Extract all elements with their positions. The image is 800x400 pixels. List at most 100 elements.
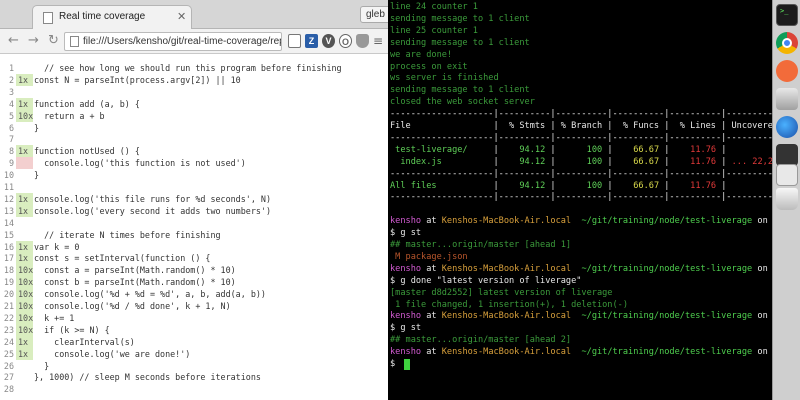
prompt-text: at bbox=[421, 347, 442, 358]
coverage-report: 1 // see how long we should run this pro… bbox=[0, 55, 388, 400]
menu-icon[interactable]: ≡ bbox=[373, 34, 383, 48]
line-number: 20 bbox=[3, 289, 14, 300]
app-icon[interactable] bbox=[776, 88, 798, 110]
zotero-icon[interactable]: Z bbox=[305, 34, 318, 48]
line-number: 8 bbox=[8, 146, 14, 157]
url-text[interactable]: file:///Users/kensho/git/real-time-cover… bbox=[83, 36, 281, 47]
terminal-line: ## master...origin/master [ahead 1] bbox=[390, 239, 571, 251]
forward-arrow-icon[interactable]: → bbox=[28, 33, 39, 49]
shield-icon[interactable] bbox=[356, 34, 369, 48]
document-icon[interactable] bbox=[288, 34, 301, 48]
hit-count: 10x bbox=[16, 288, 34, 301]
firefox-icon[interactable] bbox=[776, 116, 798, 138]
code-line: 7 bbox=[0, 133, 388, 145]
source-code: } bbox=[34, 360, 50, 371]
code-line: 3 bbox=[0, 86, 388, 98]
table-cell: 100 bbox=[555, 144, 603, 155]
hit-count: 1x bbox=[16, 240, 33, 253]
trash-icon[interactable] bbox=[776, 188, 798, 210]
table-cell: All files bbox=[390, 180, 494, 191]
line-number: 7 bbox=[8, 134, 14, 145]
hit-count bbox=[16, 62, 33, 74]
hit-count bbox=[16, 157, 33, 170]
code-line: 19 10x const b = parseInt(Math.random() *… bbox=[0, 276, 388, 289]
opera-icon[interactable]: O bbox=[339, 34, 352, 48]
hit-count: 10x bbox=[16, 300, 34, 312]
hit-count: 1x bbox=[16, 97, 33, 110]
hit-count bbox=[16, 217, 33, 229]
terminal-line: we are done! bbox=[390, 49, 452, 61]
log-line: process on exit bbox=[390, 61, 468, 72]
terminal-line: kensho at Kenshos-MacBook-Air.local ~/gi… bbox=[390, 263, 772, 275]
postman-icon[interactable] bbox=[776, 60, 798, 82]
line-number: 28 bbox=[3, 384, 14, 395]
table-cell: 66.67 bbox=[612, 144, 660, 155]
terminal-icon[interactable]: >_ bbox=[776, 4, 798, 26]
line-number: 14 bbox=[3, 217, 14, 228]
hit-count bbox=[16, 229, 33, 241]
prompt-text: on bbox=[752, 347, 772, 358]
terminal-window[interactable]: line 24 counter 1 sending message to 1 cl… bbox=[388, 0, 772, 400]
prompt-host: Kenshos-MacBook-Air.local bbox=[441, 347, 572, 358]
app-icon[interactable] bbox=[776, 144, 798, 166]
table-separator: --------------------|----------|--------… bbox=[390, 109, 772, 120]
table-cell: | bbox=[659, 156, 670, 167]
prompt-path: ~/git/training/node/test-liverage bbox=[581, 216, 753, 227]
command: $ bbox=[390, 359, 401, 369]
browser-window: Real time coverage ✕ gleb ← → ↻ file:///… bbox=[0, 0, 388, 400]
table-cell: 11.76 bbox=[669, 156, 717, 167]
terminal-line: [master d8d2552] latest version of liver… bbox=[390, 287, 612, 299]
source-code: console.log('this file runs for %d secon… bbox=[34, 193, 271, 204]
table-cell: | bbox=[716, 180, 727, 191]
code-line: 10} bbox=[0, 169, 388, 181]
code-line: 1 // see how long we should run this pro… bbox=[0, 62, 388, 74]
back-arrow-icon[interactable]: ← bbox=[8, 33, 19, 49]
code-line: 13 1x console.log('every second it adds tw… bbox=[0, 204, 388, 217]
code-line: 5 10x return a + b bbox=[0, 109, 388, 122]
log-line: closed the web socket server bbox=[390, 97, 535, 108]
hit-count: 1x bbox=[16, 73, 33, 86]
vimium-icon[interactable]: V bbox=[322, 34, 335, 48]
table-separator: --------------------|----------|--------… bbox=[390, 168, 772, 179]
output: M package.json bbox=[390, 251, 468, 262]
address-bar[interactable]: file:///Users/kensho/git/real-time-cover… bbox=[64, 32, 282, 51]
line-number: 17 bbox=[3, 253, 14, 264]
table-cell: 94.12 bbox=[498, 144, 546, 155]
profile-button[interactable]: gleb bbox=[360, 6, 388, 23]
source-code: k += 1 bbox=[34, 312, 75, 323]
line-number: 24 bbox=[3, 336, 14, 347]
prompt-text: at bbox=[421, 311, 442, 322]
hit-count bbox=[16, 383, 33, 395]
folder-icon[interactable] bbox=[776, 164, 798, 186]
prompt-text bbox=[571, 347, 581, 357]
source-code: const N = parseInt(process.argv[2]) || 1… bbox=[34, 74, 241, 85]
terminal-line: sending message to 1 client bbox=[390, 37, 530, 49]
terminal-line: closed the web socket server bbox=[390, 96, 535, 108]
line-number: 16 bbox=[3, 241, 14, 252]
file-icon bbox=[70, 36, 79, 47]
table-cell: | bbox=[545, 156, 556, 167]
reload-icon[interactable]: ↻ bbox=[48, 33, 59, 49]
source-code: var k = 0 bbox=[34, 241, 80, 252]
code-line: 20 10x console.log('%d + %d = %d', a, b, … bbox=[0, 288, 388, 301]
prompt-path: ~/git/training/node/test-liverage bbox=[581, 263, 753, 274]
prompt-user: kensho bbox=[390, 216, 422, 227]
table-row: All files | 94.12 | 100 | 66.67 | 11.76 … bbox=[390, 180, 726, 192]
tab-real-time-coverage[interactable]: Real time coverage ✕ bbox=[32, 5, 192, 29]
hit-count: 1x bbox=[16, 192, 33, 205]
command: $ g done "latest version of liverage" bbox=[390, 275, 582, 286]
hit-count bbox=[16, 122, 33, 134]
command: $ g st bbox=[390, 228, 422, 239]
terminal-line: sending message to 1 client bbox=[390, 84, 530, 96]
line-number: 3 bbox=[8, 86, 14, 97]
code-line: 25 1x console.log('we are done!') bbox=[0, 347, 388, 360]
terminal-line: --------------------|----------|--------… bbox=[390, 191, 772, 203]
table-separator: --------------------|----------|--------… bbox=[390, 192, 772, 203]
line-number: 11 bbox=[3, 182, 14, 192]
terminal-line: $ bbox=[390, 358, 400, 370]
output: ## master...origin/master [ahead 1] bbox=[390, 240, 572, 250]
hit-count: 10x bbox=[16, 323, 34, 336]
close-icon[interactable]: ✕ bbox=[177, 10, 186, 23]
chrome-icon[interactable] bbox=[776, 32, 798, 54]
terminal-line: --------------------|----------|--------… bbox=[390, 108, 772, 120]
